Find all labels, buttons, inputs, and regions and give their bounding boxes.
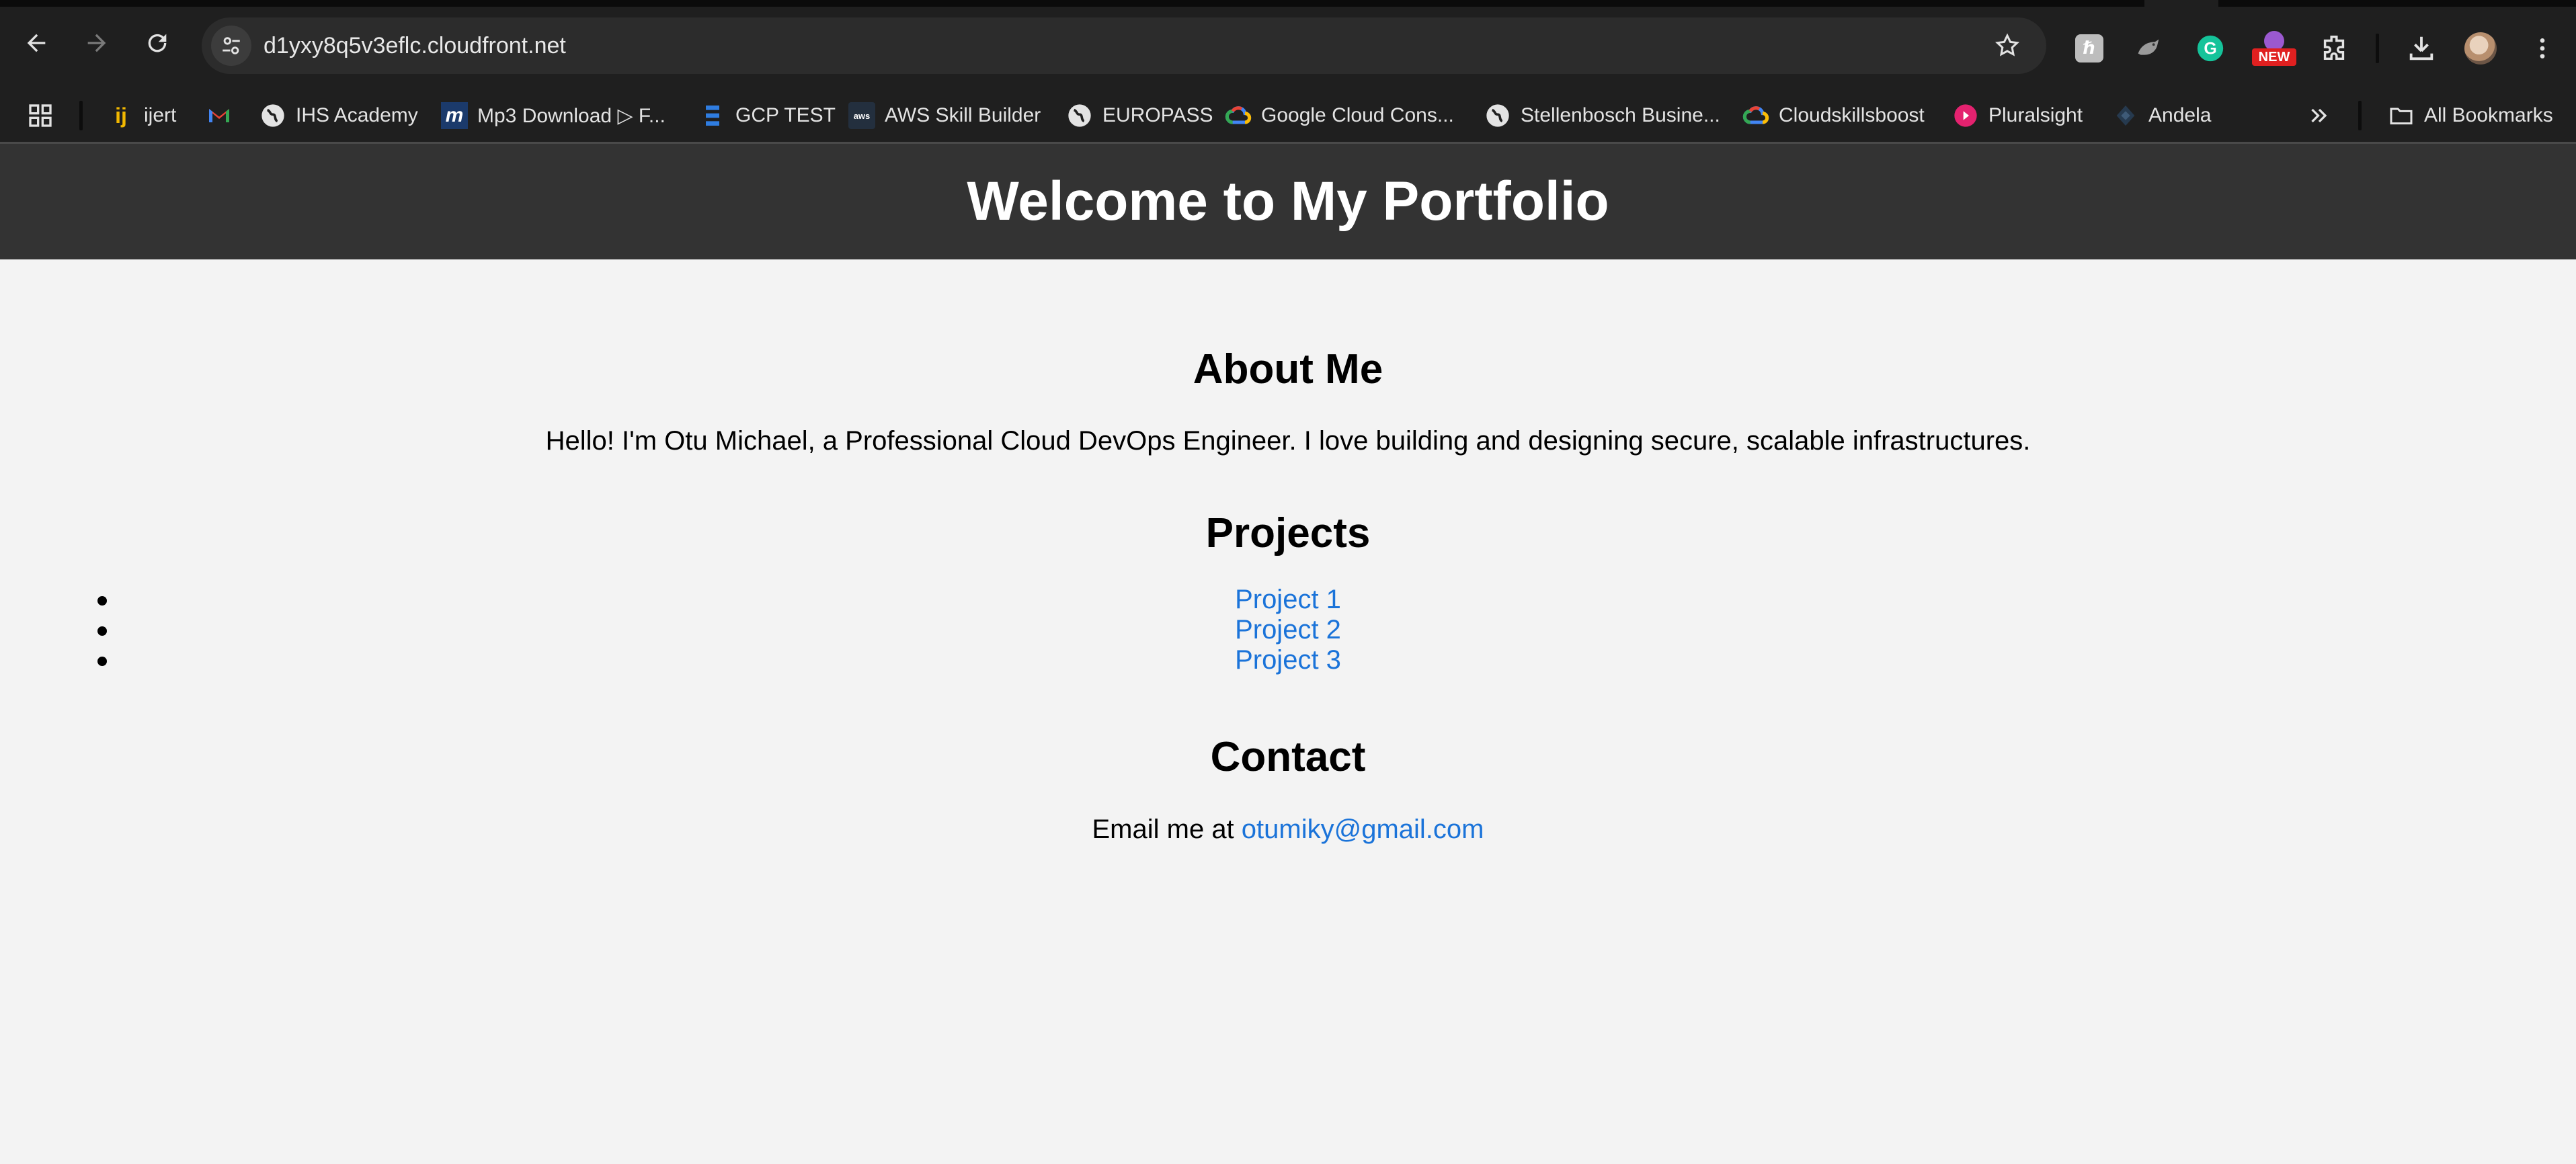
list-bullet xyxy=(97,626,107,636)
bookmark-aws-skill-builder[interactable]: aws AWS Skill Builder xyxy=(848,97,1041,134)
extension-button-1[interactable]: ℏ xyxy=(2072,31,2107,66)
list-item: Project 2 xyxy=(0,615,2576,645)
aws-icon: aws xyxy=(848,102,875,129)
list-bullet xyxy=(97,657,107,666)
globe-icon xyxy=(261,104,284,127)
bookmarks-bar: ij ijert IHS Academy m Mp3 Download ▷ F.… xyxy=(0,87,2576,144)
ijert-icon: ij xyxy=(115,103,127,128)
puzzle-icon xyxy=(2323,36,2345,60)
url-text[interactable]: d1yxy8q5v3eflc.cloudfront.net xyxy=(264,17,566,74)
extension-h-icon: ℏ xyxy=(2075,34,2103,63)
bookmark-pluralsight[interactable]: Pluralsight xyxy=(1952,97,2083,134)
reload-icon xyxy=(148,34,167,52)
bookmark-label: Stellenbosch Busine... xyxy=(1521,104,1720,126)
new-extension-icon: NEW xyxy=(2252,31,2296,66)
toolbar-separator xyxy=(2376,34,2379,63)
apps-button[interactable] xyxy=(27,97,54,134)
bookmarks-overflow-button[interactable] xyxy=(2307,97,2331,134)
profile-button[interactable] xyxy=(2463,31,2498,66)
bookmark-gmail[interactable] xyxy=(206,97,233,134)
new-badge: NEW xyxy=(2252,48,2296,66)
page-title: Welcome to My Portfolio xyxy=(967,171,1609,232)
bookmark-label: EUROPASS xyxy=(1102,104,1213,126)
active-tab-edge[interactable] xyxy=(2144,0,2218,7)
tune-icon xyxy=(223,37,240,54)
bookmark-label: GCP TEST xyxy=(735,104,836,126)
apps-grid-icon xyxy=(29,104,52,127)
grammarly-extension-button[interactable]: G xyxy=(2193,31,2228,66)
bookmark-ijert[interactable]: ij ijert xyxy=(108,97,176,134)
bookmark-ihs-academy[interactable]: IHS Academy xyxy=(259,97,418,134)
project-2-link[interactable]: Project 2 xyxy=(1235,615,1341,645)
extension-button-2[interactable] xyxy=(2131,31,2166,66)
page-header: Welcome to My Portfolio xyxy=(0,144,2576,259)
bookmark-stellenbosch[interactable]: Stellenbosch Busine... xyxy=(1484,97,1720,134)
downloads-button[interactable] xyxy=(2404,31,2439,66)
bookmark-google-cloud-console[interactable]: Google Cloud Cons... xyxy=(1225,97,1454,134)
bookmark-label: AWS Skill Builder xyxy=(885,104,1041,126)
bookmark-label: Cloudskillsboost xyxy=(1779,104,1925,126)
star-icon xyxy=(1995,33,2020,56)
bookmarks-separator xyxy=(2358,101,2362,130)
tab-strip xyxy=(0,0,2576,7)
list-bullet xyxy=(97,596,107,606)
browser-toolbar: d1yxy8q5v3eflc.cloudfront.net ℏ G NEW xyxy=(0,7,2576,87)
pluralsight-icon xyxy=(1954,104,1977,127)
google-cloud-icon xyxy=(1225,106,1252,124)
back-arrow-icon xyxy=(27,34,46,52)
projects-heading: Projects xyxy=(1205,510,1371,556)
extension-bird-icon xyxy=(2138,39,2159,55)
project-3-link[interactable]: Project 3 xyxy=(1235,645,1341,675)
browser-menu-button[interactable] xyxy=(2525,31,2560,66)
bookmark-mp3-download[interactable]: m Mp3 Download ▷ F... xyxy=(441,97,666,134)
extensions-menu-button[interactable] xyxy=(2317,31,2351,66)
all-bookmarks-button[interactable]: All Bookmarks xyxy=(2388,97,2553,134)
forward-button[interactable] xyxy=(75,22,118,65)
globe-icon xyxy=(1068,104,1091,127)
download-icon xyxy=(2409,36,2433,60)
bookmark-star-button[interactable] xyxy=(1991,30,2023,62)
google-cloud-icon xyxy=(1742,106,1769,124)
contact-text: Email me at otumiky@gmail.com xyxy=(0,815,2576,845)
more-vert-icon xyxy=(2540,38,2545,58)
andela-icon xyxy=(2116,106,2135,126)
list-item: Project 1 xyxy=(0,585,2576,615)
new-extension-button[interactable]: NEW xyxy=(2252,31,2296,66)
bookmark-cloudskillsboost[interactable]: Cloudskillsboost xyxy=(1742,97,1925,134)
bookmark-gcp-test[interactable]: GCP TEST xyxy=(699,97,836,134)
bookmark-andela[interactable]: Andela xyxy=(2112,97,2211,134)
forward-arrow-icon xyxy=(87,34,106,52)
about-text: Hello! I'm Otu Michael, a Professional C… xyxy=(545,426,2031,456)
email-link[interactable]: otumiky@gmail.com xyxy=(1242,815,1484,844)
bookmark-label: Pluralsight xyxy=(1988,104,2083,126)
contact-heading: Contact xyxy=(1210,734,1366,780)
about-heading: About Me xyxy=(1193,346,1383,392)
svg-text:G: G xyxy=(2204,40,2216,58)
project-1-link[interactable]: Project 1 xyxy=(1235,585,1341,614)
bookmarks-separator xyxy=(79,101,83,130)
back-button[interactable] xyxy=(15,22,58,65)
globe-icon xyxy=(1486,104,1509,127)
grammarly-icon: G xyxy=(2197,35,2224,62)
projects-list: Project 1 Project 2 Project 3 xyxy=(0,585,2576,675)
list-item: Project 3 xyxy=(0,645,2576,675)
gcp-test-icon xyxy=(706,106,719,126)
avatar xyxy=(2464,32,2497,65)
browser-chrome: d1yxy8q5v3eflc.cloudfront.net ℏ G NEW ij… xyxy=(0,0,2576,144)
folder-icon xyxy=(2390,108,2413,125)
site-info-button[interactable] xyxy=(211,26,251,66)
bookmark-label: IHS Academy xyxy=(296,104,418,126)
bookmark-label: Andela xyxy=(2148,104,2212,126)
bookmark-label: ijert xyxy=(144,104,177,126)
bookmark-europass[interactable]: EUROPASS xyxy=(1066,97,1213,134)
mp3-download-icon: m xyxy=(441,102,468,129)
contact-prefix: Email me at xyxy=(1092,815,1242,844)
gmail-icon xyxy=(209,109,229,122)
address-bar[interactable]: d1yxy8q5v3eflc.cloudfront.net xyxy=(202,17,2046,74)
reload-button[interactable] xyxy=(136,22,179,65)
double-chevron-right-icon xyxy=(2311,108,2327,123)
bookmark-label: Mp3 Download ▷ F... xyxy=(477,104,666,127)
bookmark-label: Google Cloud Cons... xyxy=(1261,104,1454,126)
all-bookmarks-label: All Bookmarks xyxy=(2424,104,2553,126)
